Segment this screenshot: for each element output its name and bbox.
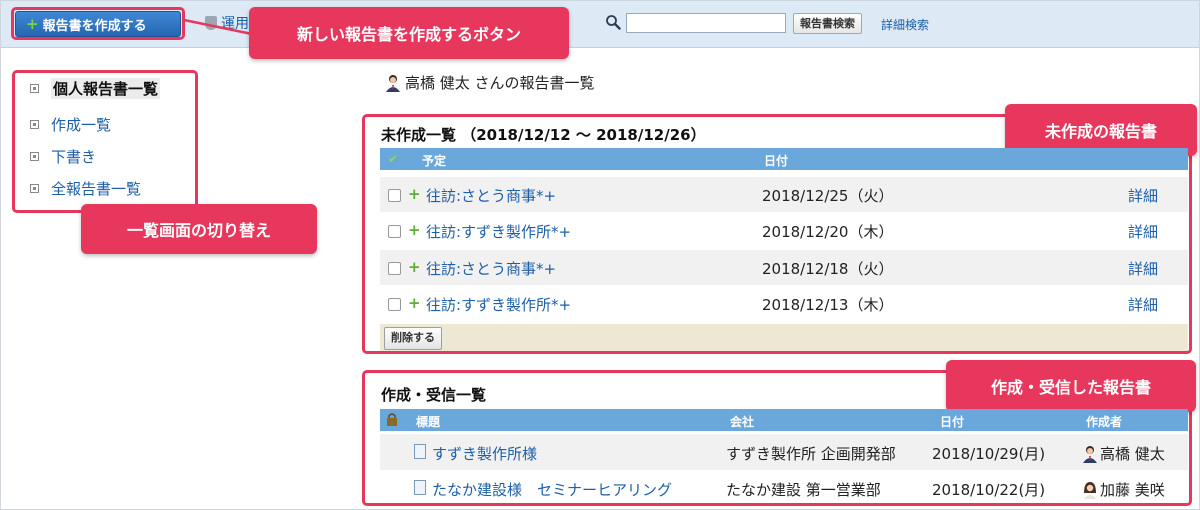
received-panel-title: 作成・受信一覧 [381, 386, 487, 404]
delete-button[interactable]: 削除する [384, 327, 442, 350]
row-checkbox[interactable] [388, 298, 401, 311]
search-icon [606, 15, 621, 30]
column-date: 日付 [764, 154, 789, 168]
sidebar-item-label: 全報告書一覧 [51, 180, 142, 198]
report-title-link[interactable]: たなか建設様 セミナーヒアリング [432, 479, 672, 500]
row-checkbox[interactable] [388, 225, 401, 238]
switch-list-callout: 一覧画面の切り替え [81, 204, 317, 254]
user-avatar-icon [1083, 445, 1097, 463]
delete-bar: 削除する [380, 324, 1188, 351]
received-table-header: 標題 会社 日付 作成者 [380, 409, 1188, 431]
row-checkbox[interactable] [388, 262, 401, 275]
create-button-callout: 新しい報告書を作成するボタン [249, 7, 569, 59]
sidebar-item-drafts[interactable]: 下書き [30, 146, 96, 167]
row-author: 加藤 美咲 [1082, 479, 1165, 500]
sidebar-item-personal-list[interactable]: 個人報告書一覧 [30, 78, 161, 99]
detail-link[interactable]: 詳細 [1128, 221, 1158, 242]
square-bullet-icon [30, 184, 39, 193]
advanced-search-link[interactable]: 詳細検索 [881, 16, 929, 33]
column-author: 作成者 [1086, 415, 1123, 429]
table-row: + 往訪:すずき製作所*+ 2018/12/20（木） 詳細 [380, 213, 1188, 248]
author-name: 高橋 健太 [1100, 445, 1165, 463]
plus-icon: + [408, 185, 421, 203]
row-author: 高橋 健太 [1082, 443, 1165, 464]
square-bullet-icon [30, 84, 39, 93]
row-date: 2018/12/25（火） [762, 187, 894, 205]
table-row: + 往訪:すずき製作所*+ 2018/12/13（木） 詳細 [380, 286, 1188, 321]
row-company: たなか建設 第一営業部 [726, 481, 881, 499]
detail-link[interactable]: 詳細 [1128, 258, 1158, 279]
create-button-highlight [11, 7, 185, 40]
schedule-link[interactable]: 往訪:さとう商事*+ [426, 185, 556, 206]
user-avatar-icon [386, 74, 400, 92]
row-date: 2018/10/22(月) [932, 481, 1046, 499]
table-row: たなか建設様 セミナーヒアリング たなか建設 第一営業部 2018/10/22(… [380, 470, 1188, 506]
uncreated-panel-title: 未作成一覧 （2018/12/12 〜 2018/12/26） [381, 126, 706, 144]
schedule-link[interactable]: 往訪:すずき製作所*+ [426, 221, 571, 242]
column-company: 会社 [730, 415, 755, 429]
row-date: 2018/12/20（木） [762, 223, 894, 241]
row-date: 2018/10/29(月) [932, 445, 1046, 463]
detail-link[interactable]: 詳細 [1128, 185, 1158, 206]
row-date: 2018/12/13（木） [762, 296, 894, 314]
column-plan: 予定 [422, 154, 447, 168]
plus-icon: + [408, 294, 421, 312]
column-title: 標題 [416, 415, 441, 429]
column-date: 日付 [940, 415, 965, 429]
sidebar-item-label: 下書き [51, 148, 97, 166]
row-company: すずき製作所 企画開発部 [726, 445, 896, 463]
table-row: すずき製作所様 すずき製作所 企画開発部 2018/10/29(月) 高橋 健太 [380, 434, 1188, 470]
received-callout: 作成・受信した報告書 [946, 360, 1196, 412]
table-row: + 往訪:さとう商事*+ 2018/12/25（火） 詳細 [380, 177, 1188, 212]
user-avatar-icon [1084, 481, 1096, 499]
sidebar-item-all-reports[interactable]: 全報告書一覧 [30, 178, 141, 199]
schedule-link[interactable]: 往訪:さとう商事*+ [426, 258, 556, 279]
row-date: 2018/12/18（火） [762, 260, 894, 278]
check-icon: ✔ [388, 152, 399, 166]
lock-icon [386, 412, 398, 426]
sidebar-item-created-list[interactable]: 作成一覧 [30, 114, 111, 135]
callout-connector [184, 18, 253, 36]
report-search-button[interactable]: 報告書検索 [793, 13, 862, 34]
author-name: 加藤 美咲 [1100, 481, 1165, 499]
plus-icon: + [408, 221, 421, 239]
search-input[interactable] [626, 13, 786, 33]
square-bullet-icon [30, 152, 39, 161]
plus-icon: + [408, 258, 421, 276]
square-bullet-icon [30, 120, 39, 129]
schedule-link[interactable]: 往訪:すずき製作所*+ [426, 294, 571, 315]
detail-link[interactable]: 詳細 [1128, 294, 1158, 315]
uncreated-table-header: ✔ 予定 日付 [380, 148, 1188, 170]
document-icon [414, 480, 426, 495]
sidebar-item-label: 個人報告書一覧 [51, 78, 161, 99]
table-row: + 往訪:さとう商事*+ 2018/12/18（火） 詳細 [380, 250, 1188, 285]
report-title-link[interactable]: すずき製作所様 [432, 443, 537, 464]
sidebar-item-label: 作成一覧 [51, 116, 112, 134]
row-checkbox[interactable] [388, 189, 401, 202]
page-title: 高橋 健太 さんの報告書一覧 [385, 72, 595, 93]
page-title-text: 高橋 健太 さんの報告書一覧 [405, 74, 595, 92]
document-icon [414, 444, 426, 459]
